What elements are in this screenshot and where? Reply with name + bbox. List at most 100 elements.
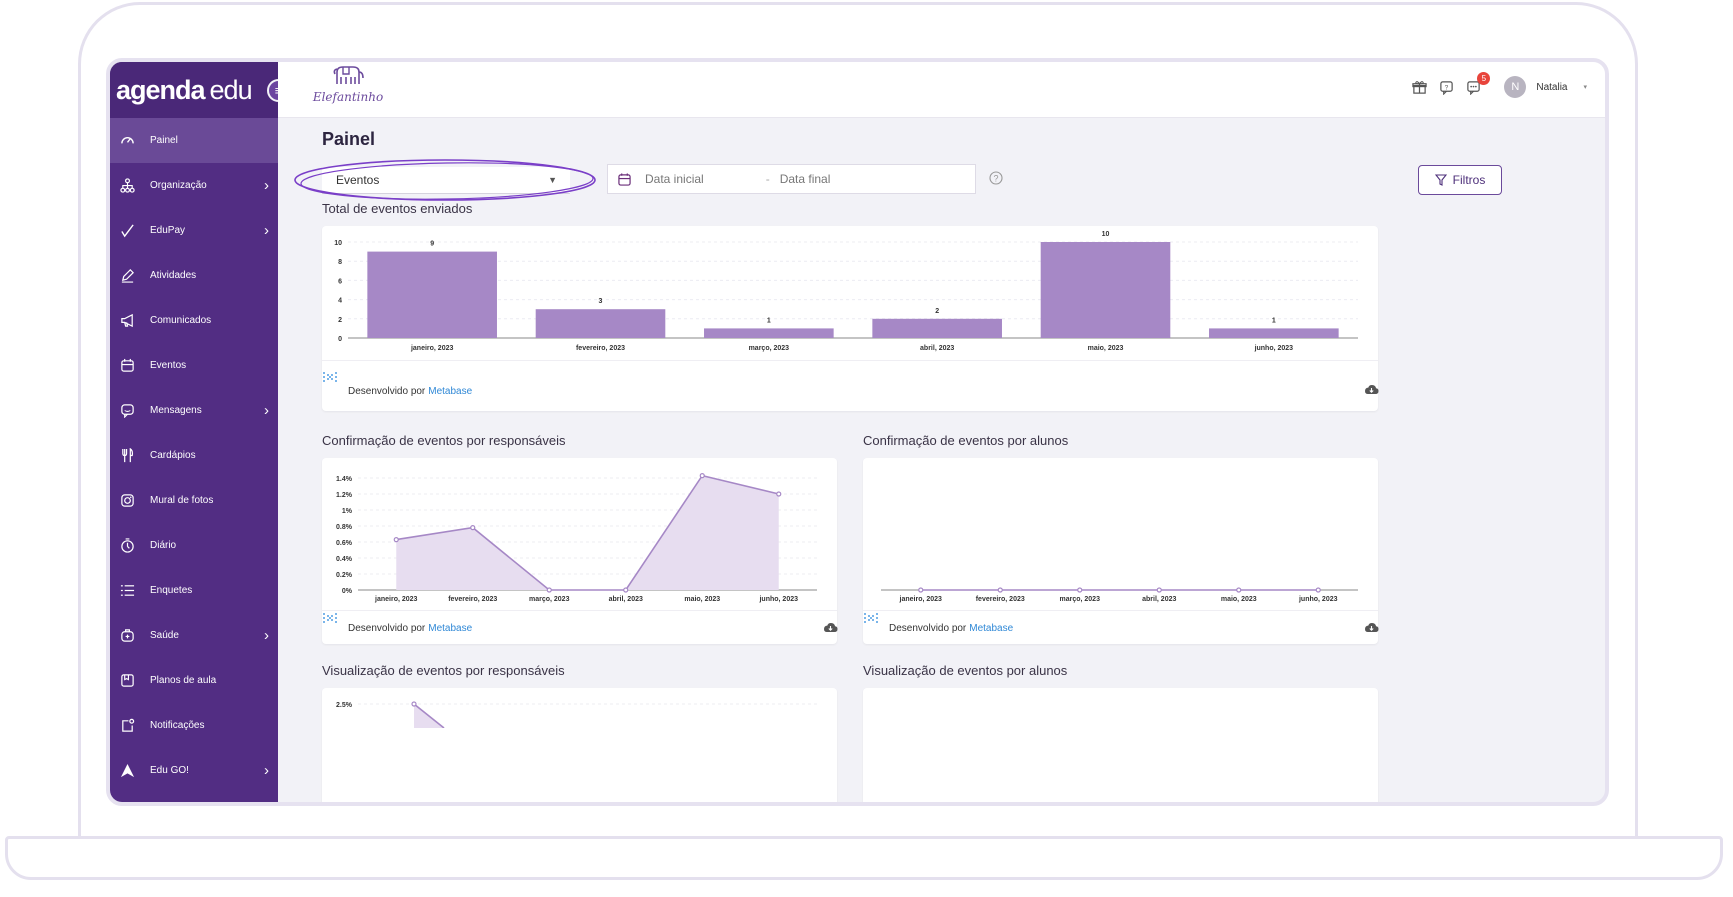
bar-value-label: 10 [1102, 231, 1110, 238]
chart-card-view-resp: 2.5% [322, 688, 837, 802]
avatar[interactable]: N [1504, 76, 1527, 98]
y-tick-label: 4 [338, 298, 342, 305]
y-tick-label: 0.6% [336, 540, 353, 547]
brand-name-bold: agenda [116, 74, 206, 105]
date-end-input[interactable]: Data final [780, 172, 831, 186]
card-divider [322, 610, 837, 611]
sidebar-item-di-rio[interactable]: Diário [110, 523, 278, 568]
sidebar-item-notifica-es[interactable]: Notificações [110, 703, 278, 748]
sidebar-item-card-pios[interactable]: Cardápios [110, 433, 278, 478]
page-title: Painel [322, 129, 376, 149]
chart-card-total-events: 0 2 4 6 8 10 9 janeiro, 2023 3 fevereiro, 2023 1 ma… [322, 226, 1379, 411]
chat-icon [118, 402, 136, 420]
sidebar-item-mensagens[interactable]: Mensagens › [110, 388, 278, 433]
date-range-picker[interactable]: Data inicial - Data final [607, 164, 976, 194]
sidebar-item-organiza-o[interactable]: Organização › [110, 163, 278, 208]
sidebar: agenda edu Painel Organização › EduPay › Ativ… [110, 62, 278, 802]
sidebar-item-edu-go[interactable]: Edu GO! › [110, 748, 278, 793]
area-chart-confirm-resp: 0% 0.2% 0.4% 0.6% 0.8% 1% 1.2% 1.4% janeiro, 202… [336, 473, 817, 603]
metabase-link[interactable]: Metabase [428, 623, 472, 634]
x-tick-label: junho, 2023 [758, 596, 798, 603]
chart-card-view-alunos [863, 688, 1378, 802]
messages-badge: 5 [1477, 71, 1491, 85]
x-tick-label: fevereiro, 2023 [448, 596, 497, 603]
chart-card-confirm-alunos: janeiro, 2023 fevereiro, 2023 março, 2023 a… [863, 458, 1379, 644]
metabase-link[interactable]: Metabase [428, 386, 472, 397]
sidebar-item-label: Saúde [150, 630, 179, 641]
help-circle-icon[interactable]: ? [989, 171, 1003, 190]
filters-button-label: Filtros [1452, 173, 1486, 187]
y-tick-label: 0.4% [336, 556, 353, 563]
y-tick-label: 1.2% [336, 492, 353, 499]
bar-value-label: 2 [935, 308, 939, 315]
date-separator: - [765, 172, 770, 186]
sidebar-item-edupay[interactable]: EduPay › [110, 208, 278, 253]
brand-logo[interactable]: agenda edu [110, 62, 278, 118]
chart-card-confirm-resp: 0% 0.2% 0.4% 0.6% 0.8% 1% 1.2% 1.4% janeiro, 202… [322, 458, 838, 644]
help-chat-icon[interactable]: ? [1438, 79, 1455, 96]
sidebar-item-painel[interactable]: Painel [110, 118, 278, 163]
sidebar-item-comunicados[interactable]: Comunicados [110, 298, 278, 343]
date-start-input[interactable]: Data inicial [645, 172, 704, 186]
sidebar-item-label: Notificações [150, 720, 205, 731]
x-tick-label: janeiro, 2023 [374, 596, 418, 603]
data-point [1156, 587, 1162, 593]
bar-value-label: 1 [1272, 317, 1276, 324]
area-fill [396, 475, 779, 590]
section-title-confirm-resp: Confirmação de eventos por responsáveis [322, 433, 566, 448]
gift-icon[interactable] [1411, 79, 1428, 96]
sidebar-item-label: Comunicados [150, 315, 212, 326]
y-tick-label: 2.5% [336, 702, 353, 709]
area-chart-view-resp: 2.5% [336, 701, 817, 728]
x-tick-label: março, 2023 [749, 345, 790, 352]
list-icon [118, 582, 136, 600]
sidebar-item-label: Organização [150, 180, 207, 191]
data-point [699, 473, 705, 479]
x-tick-label: março, 2023 [1060, 596, 1101, 603]
sidebar-item-enquetes[interactable]: Enquetes [110, 568, 278, 613]
x-tick-label: fevereiro, 2023 [576, 345, 625, 352]
user-name[interactable]: Natalia [1536, 82, 1567, 93]
camera-icon [118, 492, 136, 510]
developed-by-text: Desenvolvido por [348, 385, 426, 397]
svg-text:?: ? [1445, 84, 1449, 91]
cutlery-icon [118, 447, 136, 465]
developed-by-text: Desenvolvido por [348, 622, 426, 634]
sidebar-item-mural-de-fotos[interactable]: Mural de fotos [110, 478, 278, 523]
filters-button[interactable]: Filtros [1418, 165, 1502, 195]
topbar: Elefantinho ? 5 N Natalia ▾ [278, 62, 1605, 118]
sidebar-item-planos-de-aula[interactable]: Planos de aula [110, 658, 278, 703]
bar [872, 318, 1002, 338]
data-point [1077, 587, 1083, 593]
x-tick-label: abril, 2023 [920, 345, 954, 352]
sidebar-item-sa-de[interactable]: Saúde › [110, 613, 278, 658]
data-point [546, 587, 552, 593]
sidebar-item-label: Painel [150, 135, 178, 146]
metabase-link[interactable]: Metabase [969, 623, 1013, 634]
y-tick-label: 0% [342, 588, 353, 595]
stopwatch-icon [118, 537, 136, 555]
y-tick-label: 10 [334, 240, 342, 247]
bar [535, 309, 666, 338]
main-content: Painel Eventos ▼ Data inicial - Data fin… [278, 118, 1605, 802]
gauge-icon [118, 132, 136, 150]
calendar-icon [618, 172, 631, 186]
data-point [411, 701, 417, 707]
y-tick-label: 1.4% [336, 476, 353, 483]
y-tick-label: 0 [338, 336, 342, 343]
data-point [1315, 587, 1321, 593]
card-divider [322, 360, 1378, 361]
card-footer: Desenvolvido por Metabase [322, 612, 838, 644]
notification-icon [118, 717, 136, 735]
card-footer: Desenvolvido por Metabase [863, 612, 1379, 644]
messages-icon[interactable]: 5 [1465, 71, 1491, 96]
bar-value-label: 3 [599, 298, 603, 305]
sidebar-item-atividades[interactable]: Atividades [110, 253, 278, 298]
y-tick-label: 0.8% [336, 524, 353, 531]
data-point [1236, 587, 1242, 593]
school-logo[interactable]: Elefantinho [312, 64, 384, 114]
svg-text:?: ? [993, 174, 998, 184]
user-menu-caret-icon[interactable]: ▾ [1583, 83, 1587, 91]
sidebar-item-eventos[interactable]: Eventos [110, 343, 278, 388]
clipboard-icon [118, 672, 136, 690]
